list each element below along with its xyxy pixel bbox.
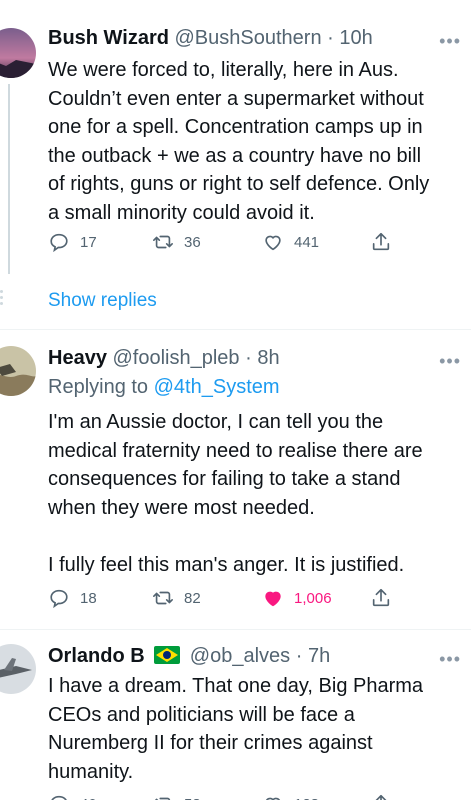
tweet-actions: 40 53 128 xyxy=(48,792,408,800)
like-count: 441 xyxy=(294,233,320,251)
like-icon xyxy=(265,591,281,607)
separator: · xyxy=(290,645,308,667)
share-icon xyxy=(372,232,390,251)
replying-prefix: Replying to xyxy=(48,376,154,398)
thread-dots xyxy=(0,290,3,310)
timestamp[interactable]: 7h xyxy=(308,645,330,667)
retweet-count: 53 xyxy=(184,796,201,800)
like-button[interactable]: 1,006 xyxy=(262,586,332,610)
retweet-count: 36 xyxy=(184,233,201,251)
separator: · xyxy=(321,27,340,49)
tweet-header: Orlando B @ob_alves · 7h xyxy=(48,644,431,668)
reply-button[interactable]: 40 xyxy=(48,792,97,800)
like-count: 128 xyxy=(294,796,319,800)
retweet-icon xyxy=(154,797,171,800)
tweet-header: Bush Wizard @BushSouthern · 10h xyxy=(48,26,431,50)
tweet-text: I'm an Aussie doctor, I can tell you the… xyxy=(48,411,423,576)
like-count: 1,006 xyxy=(294,589,332,607)
retweet-count: 82 xyxy=(184,589,201,607)
tweet-orlando-b[interactable]: Orlando B @ob_alves · 7h ••• I have a dr… xyxy=(0,630,471,800)
reply-icon xyxy=(50,233,68,253)
like-button[interactable]: 128 xyxy=(262,792,319,800)
reply-button[interactable]: 18 xyxy=(48,586,97,610)
like-button[interactable]: 441 xyxy=(262,230,319,254)
reply-count: 17 xyxy=(80,233,97,251)
more-icon[interactable]: ••• xyxy=(439,650,461,668)
retweet-button[interactable]: 36 xyxy=(152,230,201,254)
separator: · xyxy=(239,347,258,369)
tweet-bush-wizard[interactable]: Bush Wizard @BushSouthern · 10h ••• We w… xyxy=(0,0,471,330)
share-button[interactable] xyxy=(370,586,392,610)
user-handle[interactable]: @BushSouthern xyxy=(175,27,322,49)
tweet-actions: 18 82 1,006 xyxy=(48,586,408,610)
display-name[interactable]: Orlando B xyxy=(48,645,145,667)
like-icon xyxy=(265,797,281,800)
reply-icon xyxy=(50,589,68,609)
replying-to: Replying to @4th_System xyxy=(48,375,280,399)
display-name[interactable]: Bush Wizard xyxy=(48,27,169,49)
tweet-text: I have a dream. That one day, Big Pharma… xyxy=(48,675,424,783)
show-replies-link[interactable]: Show replies xyxy=(48,290,157,312)
retweet-icon xyxy=(153,591,173,605)
display-name[interactable]: Heavy xyxy=(48,347,107,369)
reply-count: 40 xyxy=(80,796,97,800)
share-button[interactable] xyxy=(370,792,392,800)
user-handle[interactable]: @ob_alves xyxy=(190,645,290,667)
tweet-text: We were forced to, literally, here in Au… xyxy=(48,59,430,224)
share-icon xyxy=(372,588,390,607)
tweet-actions: 17 36 441 xyxy=(48,230,408,254)
reply-icon xyxy=(51,795,67,800)
flag-icon xyxy=(154,646,181,664)
like-icon xyxy=(265,235,281,251)
avatar[interactable] xyxy=(0,346,36,396)
more-icon[interactable]: ••• xyxy=(439,32,461,50)
user-handle[interactable]: @foolish_pleb xyxy=(113,347,240,369)
more-icon[interactable]: ••• xyxy=(439,352,461,370)
avatar[interactable] xyxy=(0,644,36,694)
share-button[interactable] xyxy=(370,230,392,254)
tweet-header: Heavy @foolish_pleb · 8h xyxy=(48,346,431,370)
avatar[interactable] xyxy=(0,28,36,78)
share-icon xyxy=(375,794,387,800)
tweet-heavy[interactable]: Heavy @foolish_pleb · 8h ••• Replying to… xyxy=(0,330,471,630)
thread-line xyxy=(8,84,10,274)
timestamp[interactable]: 10h xyxy=(339,27,372,49)
reply-button[interactable]: 17 xyxy=(48,230,97,254)
reply-count: 18 xyxy=(80,589,97,607)
timestamp[interactable]: 8h xyxy=(257,347,279,369)
mention-link[interactable]: @4th_System xyxy=(154,376,280,398)
retweet-button[interactable]: 53 xyxy=(152,792,201,800)
retweet-icon xyxy=(153,235,173,249)
retweet-button[interactable]: 82 xyxy=(152,586,201,610)
